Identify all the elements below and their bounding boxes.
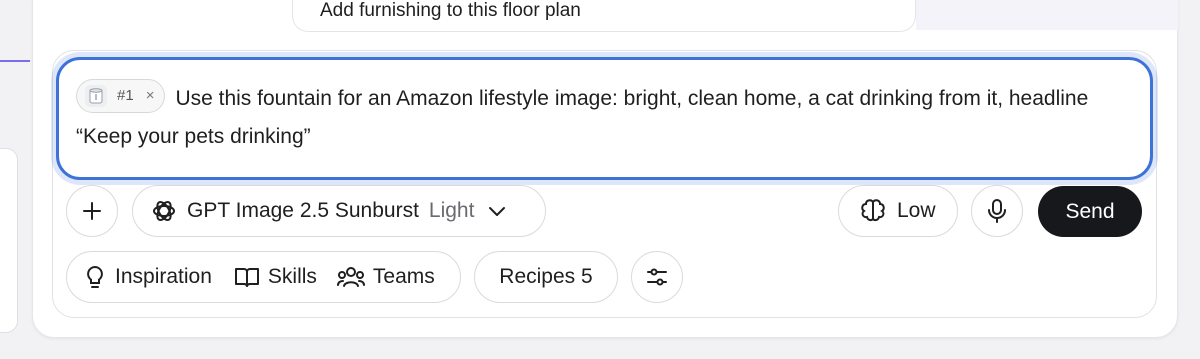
skills-button[interactable]: Skills (234, 265, 317, 289)
suggestion-card[interactable]: Add furnishing to this floor plan (292, 0, 916, 32)
add-button[interactable] (66, 185, 118, 237)
chevron-down-icon (489, 207, 506, 216)
microphone-button[interactable] (971, 185, 1023, 237)
feature-toolbar: Inspiration Skills Teams (66, 251, 461, 303)
recipes-label: Recipes 5 (499, 265, 593, 288)
settings-button[interactable] (631, 251, 683, 303)
teams-button[interactable]: Teams (336, 265, 435, 289)
left-side-card[interactable] (0, 148, 18, 333)
prompt-input[interactable]: #1 × Use this fountain for an Amazon lif… (56, 57, 1153, 180)
inspiration-button[interactable]: Inspiration (83, 264, 212, 290)
brain-icon (861, 199, 885, 222)
attachment-label: #1 (117, 87, 134, 105)
inspiration-label: Inspiration (115, 265, 212, 288)
model-variant: Light (428, 199, 475, 222)
openai-logo-icon (153, 200, 175, 222)
plus-icon (83, 202, 101, 220)
microphone-icon (988, 199, 1006, 223)
send-button[interactable]: Send (1038, 186, 1142, 237)
teams-label: Teams (372, 265, 435, 288)
prompt-text: Use this fountain for an Amazon lifestyl… (76, 87, 1089, 148)
model-name: GPT Image 2.5 Sunburst (187, 199, 419, 222)
top-right-region (916, 0, 1178, 30)
model-selector[interactable]: GPT Image 2.5 Sunburst Light (132, 185, 546, 237)
prompt-input-content[interactable]: #1 × Use this fountain for an Amazon lif… (76, 77, 1146, 156)
fountain-thumbnail (85, 85, 107, 108)
effort-selector[interactable]: Low (838, 185, 958, 237)
recipes-button[interactable]: Recipes 5 (474, 251, 618, 303)
skills-label: Skills (267, 265, 317, 288)
effort-label: Low (897, 199, 936, 222)
sliders-icon (647, 268, 667, 286)
remove-attachment-icon[interactable]: × (146, 77, 155, 115)
suggestion-text: Add furnishing to this floor plan (320, 0, 581, 21)
attachment-chip[interactable]: #1 × (76, 77, 166, 115)
left-accent-line (0, 60, 30, 62)
team-icon (336, 267, 365, 287)
lightbulb-icon (87, 265, 103, 288)
book-icon (234, 268, 259, 287)
